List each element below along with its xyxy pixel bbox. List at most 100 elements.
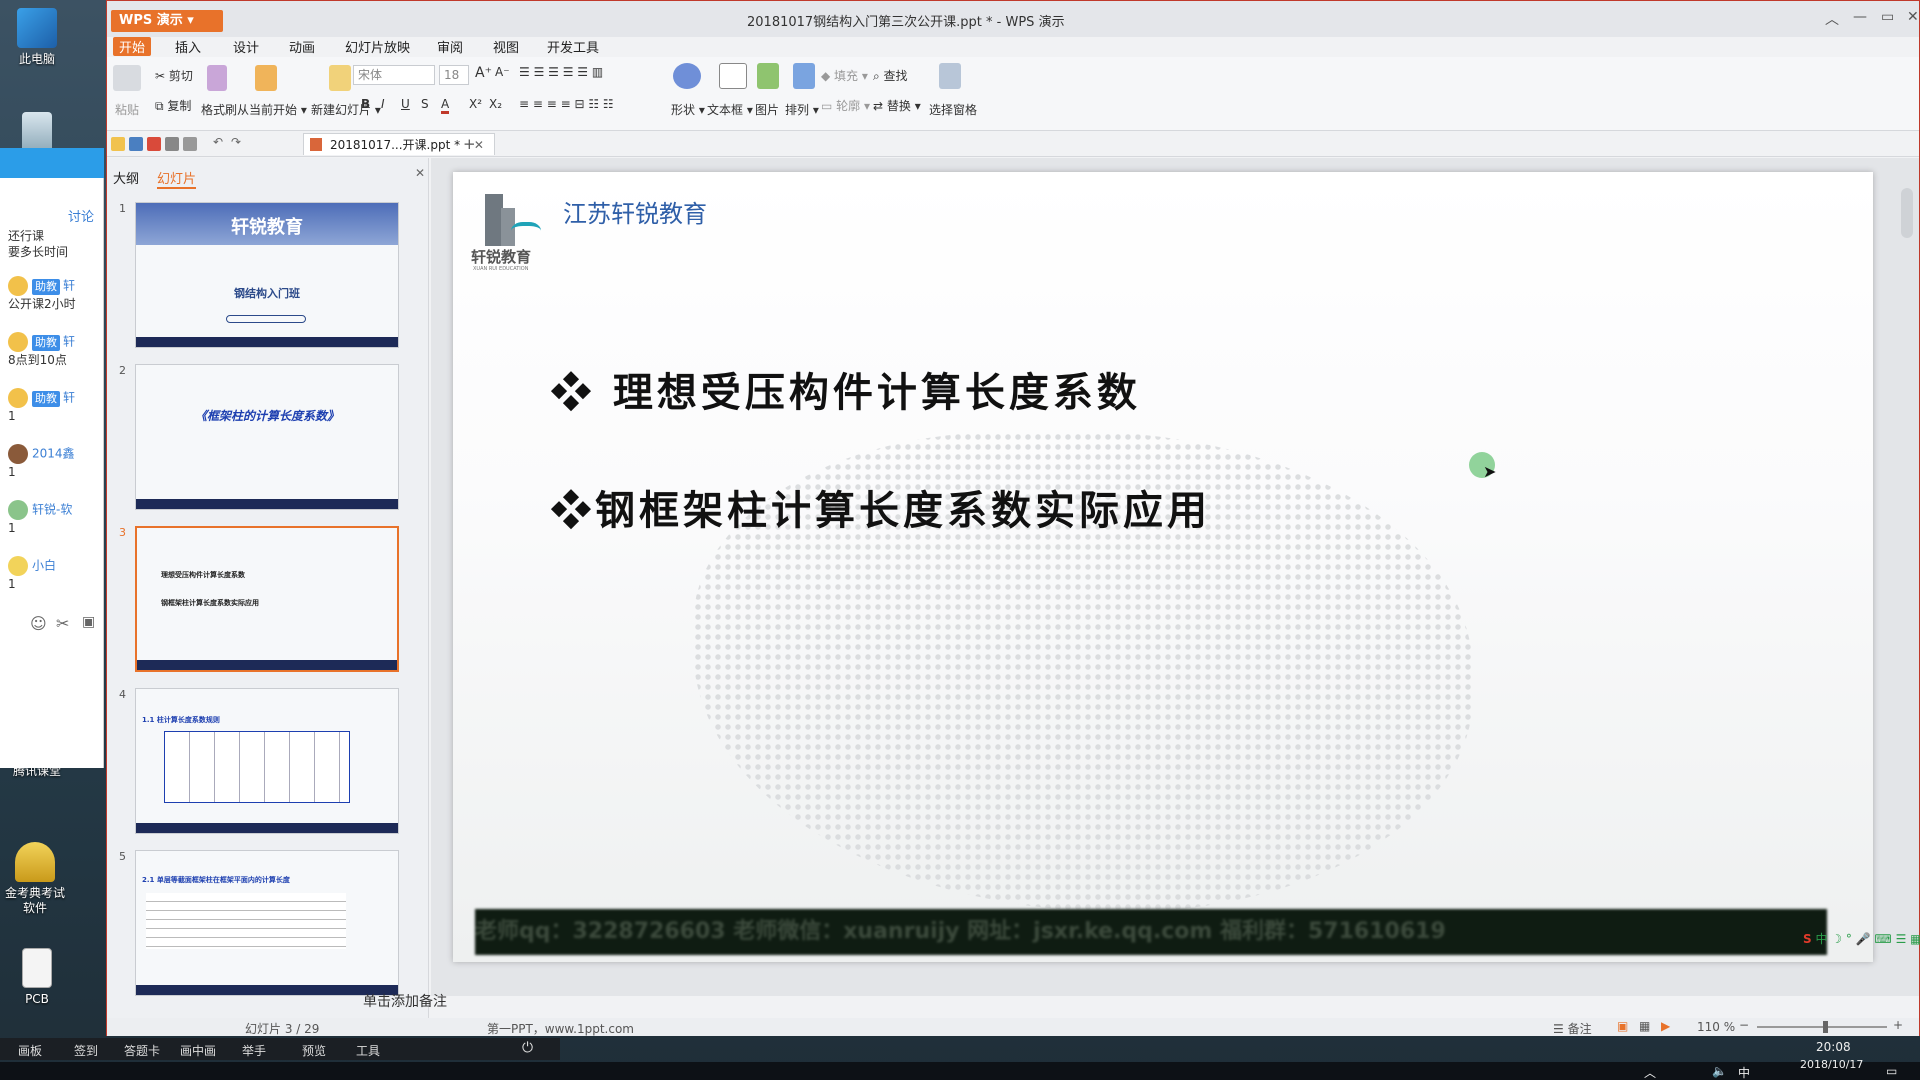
- slide-thumbnail[interactable]: 轩锐教育 钢结构入门班: [135, 202, 399, 348]
- paste-button[interactable]: 粘贴: [115, 101, 139, 118]
- menu-review[interactable]: 审阅: [437, 37, 463, 56]
- tool-checkin[interactable]: 签到: [74, 1042, 98, 1059]
- superscript-icon[interactable]: X²: [469, 97, 482, 111]
- menu-slideshow[interactable]: 幻灯片放映: [345, 37, 410, 56]
- collapse-icon[interactable]: ︿: [1825, 9, 1839, 29]
- save-icon[interactable]: [129, 137, 143, 151]
- slide-canvas[interactable]: 轩锐教育 XUAN RUI EDUCATION 江苏轩锐教育 ❖ 理想受压构件计…: [453, 172, 1873, 962]
- notes-placeholder[interactable]: 单击添加备注: [363, 991, 447, 1011]
- new-slide-button[interactable]: 新建幻灯片 ▾: [311, 101, 381, 118]
- desktop-icon-this-pc[interactable]: 此电脑: [2, 8, 72, 67]
- menu-view[interactable]: 视图: [493, 37, 519, 56]
- chat-message: 小白 1: [8, 556, 104, 592]
- print-preview-icon[interactable]: [183, 137, 197, 151]
- slide-thumbnail[interactable]: 1.1 柱计算长度系数规则: [135, 688, 399, 834]
- window-title: 20181017钢结构入门第三次公开课.ppt * - WPS 演示: [747, 15, 1065, 30]
- app-menu-button[interactable]: WPS 演示 ▾: [111, 10, 223, 32]
- new-tab-icon[interactable]: +: [463, 135, 476, 153]
- format-painter-icon[interactable]: [207, 65, 227, 91]
- emoji-icon[interactable]: ☺: [30, 614, 47, 633]
- menu-developer[interactable]: 开发工具: [547, 37, 599, 56]
- sorter-view-icon[interactable]: ▦: [1639, 1019, 1650, 1033]
- minimize-icon[interactable]: —: [1853, 9, 1867, 25]
- bullets-icon[interactable]: ☰ ☰ ☰ ☰ ☰ ▥: [519, 65, 603, 79]
- menu-design[interactable]: 设计: [233, 37, 259, 56]
- zoom-in-icon[interactable]: +: [1893, 1018, 1903, 1032]
- outline-button[interactable]: ▭ 轮廓 ▾: [821, 97, 870, 114]
- picture-icon[interactable]: [757, 63, 779, 89]
- shrink-font-icon[interactable]: A⁻: [495, 65, 510, 79]
- chat-tab-discussion[interactable]: 讨论: [68, 206, 94, 225]
- redo-icon[interactable]: ↷: [231, 135, 245, 149]
- zoom-slider-thumb[interactable]: [1823, 1021, 1828, 1033]
- slide-thumbnail[interactable]: 2.1 单层等截面框架柱在框架平面内的计算长度: [135, 850, 399, 996]
- normal-view-icon[interactable]: ▣: [1617, 1019, 1628, 1033]
- desktop-icon-kaodian[interactable]: 金考典考试软件: [0, 842, 70, 916]
- vertical-scrollbar[interactable]: [1901, 188, 1913, 238]
- slide-thumbnail-selected[interactable]: 理想受压构件计算长度系数 钢框架柱计算长度系数实际应用: [135, 526, 399, 672]
- image-icon[interactable]: ▣: [82, 614, 95, 630]
- subscript-icon[interactable]: X₂: [489, 97, 502, 111]
- cut-button[interactable]: ✂ 剪切: [155, 67, 193, 84]
- close-pane-icon[interactable]: ✕: [415, 166, 425, 180]
- font-size-select[interactable]: 18: [439, 65, 469, 85]
- bold-icon[interactable]: B: [361, 97, 370, 111]
- align-icons[interactable]: ≡ ≡ ≡ ≡ ⊟ ☷ ☷: [519, 97, 614, 111]
- slide-thumbnail[interactable]: 《框架柱的计算长度系数》: [135, 364, 399, 510]
- italic-icon[interactable]: I: [381, 97, 385, 111]
- zoom-out-icon[interactable]: −: [1739, 1018, 1749, 1032]
- fill-button[interactable]: ◆ 填充 ▾: [821, 67, 868, 84]
- desktop-icon-pcb[interactable]: PCB: [2, 948, 72, 1007]
- ime-indicator[interactable]: 中: [1738, 1064, 1750, 1080]
- tray-up-icon[interactable]: ︿: [1644, 1064, 1656, 1080]
- new-slide-icon[interactable]: [329, 65, 351, 91]
- tool-answer-card[interactable]: 答题卡: [124, 1042, 160, 1059]
- undo-icon[interactable]: ↶: [213, 135, 227, 149]
- zoom-slider[interactable]: [1757, 1026, 1887, 1028]
- tab-outline[interactable]: 大纲: [113, 168, 139, 187]
- maximize-icon[interactable]: ▭: [1881, 9, 1894, 25]
- tool-pip[interactable]: 画中画: [180, 1042, 216, 1059]
- picture-button[interactable]: 图片: [755, 101, 779, 118]
- select-pane-button[interactable]: 选择窗格: [929, 101, 977, 118]
- textbox-button[interactable]: 文本框 ▾: [707, 101, 753, 118]
- from-current-button[interactable]: 从当前开始 ▾: [237, 101, 307, 118]
- slideshow-view-icon[interactable]: ▶: [1661, 1019, 1670, 1033]
- shape-button[interactable]: 形状 ▾: [671, 101, 705, 118]
- tool-preview[interactable]: 预览: [302, 1042, 326, 1059]
- menu-home[interactable]: 开始: [113, 37, 152, 56]
- play-from-current-icon[interactable]: [255, 65, 277, 91]
- notes-toggle[interactable]: ☰ 备注: [1553, 1020, 1592, 1037]
- cursor-icon: ➤: [1483, 462, 1497, 481]
- tool-board[interactable]: 画板: [18, 1042, 42, 1059]
- close-icon[interactable]: ✕: [1907, 9, 1919, 25]
- export-pdf-icon[interactable]: [147, 137, 161, 151]
- notification-icon[interactable]: ▭: [1886, 1064, 1897, 1078]
- strike-icon[interactable]: S: [421, 97, 429, 111]
- print-icon[interactable]: [165, 137, 179, 151]
- ime-toolbar[interactable]: S 中 ☽ ° 🎤 ⌨ ☰ ▦: [1803, 930, 1920, 950]
- tool-raise-hand[interactable]: 举手: [242, 1042, 266, 1059]
- select-pane-icon[interactable]: [939, 63, 961, 89]
- underline-icon[interactable]: U: [401, 97, 410, 111]
- volume-icon[interactable]: 🔈: [1712, 1064, 1727, 1078]
- paste-icon[interactable]: [113, 65, 141, 91]
- menu-insert[interactable]: 插入: [175, 37, 201, 56]
- font-name-select[interactable]: 宋体: [353, 65, 435, 85]
- font-color-icon[interactable]: A: [441, 97, 450, 114]
- scissors-icon[interactable]: ✂: [56, 614, 69, 633]
- tab-slides[interactable]: 幻灯片: [157, 168, 197, 189]
- grow-font-icon[interactable]: A⁺: [475, 65, 492, 81]
- format-painter-button[interactable]: 格式刷: [201, 101, 237, 118]
- textbox-icon[interactable]: [719, 63, 747, 89]
- open-icon[interactable]: [111, 137, 125, 151]
- arrange-button[interactable]: 排列 ▾: [785, 101, 819, 118]
- menu-animation[interactable]: 动画: [289, 37, 315, 56]
- find-button[interactable]: ⌕ 查找: [873, 67, 908, 84]
- arrange-icon[interactable]: [793, 63, 815, 89]
- copy-button[interactable]: ⧉ 复制: [155, 97, 191, 114]
- replace-button[interactable]: ⇄ 替换 ▾: [873, 97, 921, 114]
- shape-icon[interactable]: [673, 63, 701, 89]
- power-icon[interactable]: ⏻: [522, 1040, 533, 1056]
- tool-tools[interactable]: 工具: [356, 1042, 380, 1059]
